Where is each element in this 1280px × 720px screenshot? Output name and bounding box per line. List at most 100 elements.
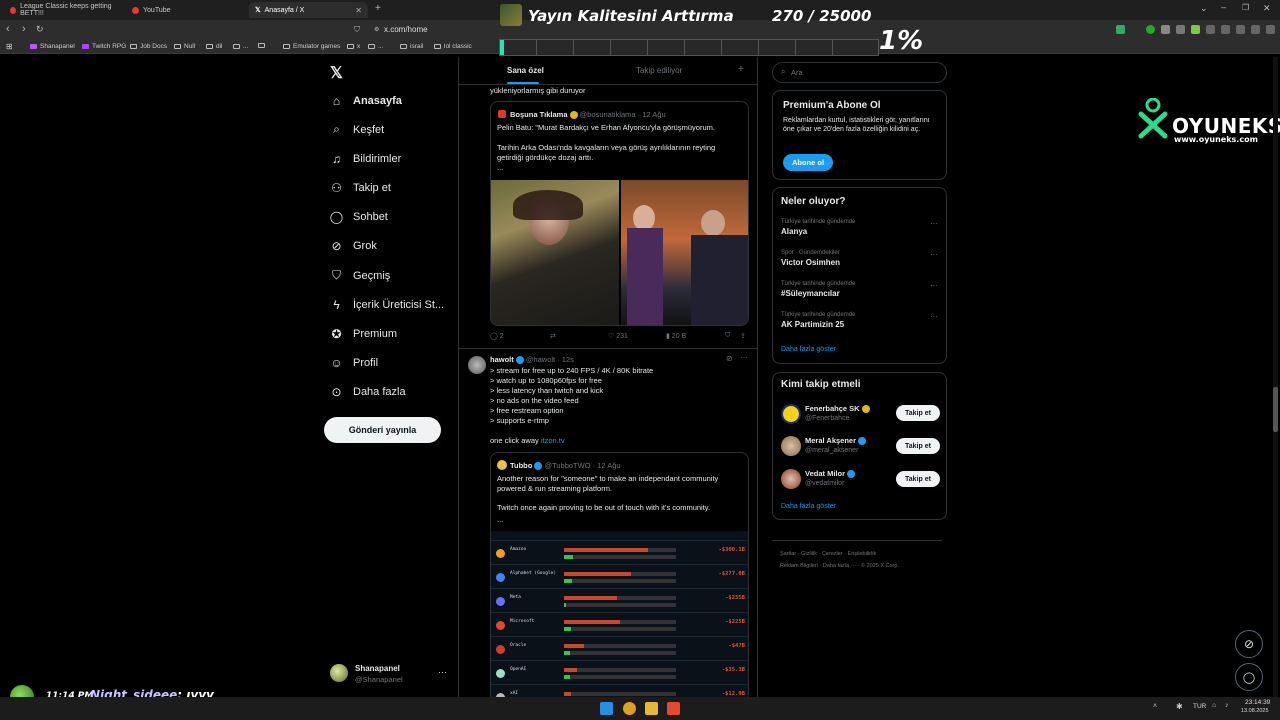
bluetooth-icon[interactable]: ✱ (1176, 702, 1183, 711)
post-link[interactable]: itzon.tv (541, 436, 565, 445)
like-button[interactable]: ♡ 231 (608, 332, 628, 340)
extension-icon[interactable] (1116, 25, 1125, 34)
bookmark-item[interactable]: ... (368, 43, 383, 50)
more-icon[interactable]: ··· (930, 250, 938, 259)
follow-suggestion[interactable]: Meral Akşener @meral_aksener Takip et (773, 434, 948, 460)
bookmark-item[interactable]: Job Docs (130, 43, 167, 50)
more-icon[interactable]: ··· (740, 353, 748, 362)
tab-youtube[interactable]: YouTube (126, 2, 244, 18)
account-switcher[interactable]: Shanapanel @Shanapanel ··· (328, 663, 452, 687)
x-logo-icon[interactable]: 𝕏 (330, 63, 343, 83)
search-box[interactable]: ⌕ Ara (772, 62, 947, 83)
bookmark-item[interactable]: israil (400, 43, 423, 50)
follow-button[interactable]: Takip et (896, 405, 940, 421)
bookmark-item[interactable]: Twitch RPG (82, 43, 126, 50)
follow-button[interactable]: Takip et (896, 438, 940, 454)
bookmark-item[interactable]: Emulator games (283, 43, 340, 50)
follow-button[interactable]: Takip et (896, 471, 940, 487)
extension-icon[interactable] (1161, 25, 1170, 34)
nav-more[interactable]: ⊙ Daha fazla (330, 385, 405, 399)
search-icon[interactable] (623, 702, 636, 715)
messages-float-button[interactable]: ◯ (1235, 663, 1263, 691)
scrollbar-track[interactable] (1273, 57, 1278, 697)
post-author-name[interactable]: hawolt (490, 355, 514, 364)
chevron-down-icon[interactable]: ⌄ (1200, 3, 1208, 14)
close-window-button[interactable]: ✕ (1263, 3, 1271, 14)
start-icon[interactable] (600, 702, 613, 715)
extension-icon[interactable] (1236, 25, 1245, 34)
nav-notifications[interactable]: ♫ Bildirimler (330, 152, 401, 166)
nav-bookmarks[interactable]: ⛉ Geçmiş (330, 268, 390, 282)
follow-suggestion[interactable]: Vedat Milor @vedatmilor Takip et (773, 467, 948, 493)
nav-premium[interactable]: ✪ Premium (330, 327, 397, 341)
site-info-icon[interactable]: ⚙ (374, 26, 379, 33)
nav-explore[interactable]: ⌕ Keşfet (330, 122, 384, 136)
quoted-post[interactable]: Tubbo @TubboTWO · 12 Ağu Another reason … (490, 452, 749, 702)
extension-icon[interactable] (1206, 25, 1215, 34)
bookmark-item[interactable]: x (347, 43, 360, 50)
show-more-link[interactable]: Daha fazla göster (781, 503, 836, 510)
maximize-button[interactable]: ❐ (1242, 3, 1249, 12)
bookmark-page-icon[interactable]: ⛉ (354, 25, 360, 35)
grok-float-button[interactable]: ⊘ (1235, 630, 1263, 658)
minimize-button[interactable]: – (1221, 2, 1226, 12)
trend-item[interactable]: Türkiye tarihinde gündemde Alanya (781, 219, 941, 236)
bookmark-item[interactable]: Null (174, 43, 195, 50)
more-icon[interactable]: ··· (930, 219, 938, 228)
footer-links[interactable]: Şartlar · Gizlilik · Çerezler · Erişileb… (780, 551, 876, 557)
language-indicator[interactable]: TUR (1193, 703, 1206, 710)
extension-icon[interactable] (1146, 25, 1155, 34)
bookmark-item[interactable]: lol classic (434, 43, 472, 50)
browser-icon[interactable] (667, 702, 680, 715)
more-icon[interactable]: ··· (438, 667, 447, 677)
quoted-post[interactable]: Boşuna Tıklama @bosunatiklama · 12 Ağu P… (490, 101, 749, 326)
add-tab-icon[interactable]: + (738, 64, 744, 75)
share-icon[interactable]: ⇪ (740, 332, 746, 340)
tab-x-home[interactable]: 𝕏 Anasayfa / X ✕ (249, 2, 368, 18)
tab-following[interactable]: Takip ediliyor (636, 66, 682, 75)
new-tab-button[interactable]: + (375, 3, 381, 14)
repost-button[interactable]: ⇄ (550, 332, 556, 340)
follow-suggestion[interactable]: Fenerbahçe SK @Fenerbahce Takip et (773, 402, 948, 428)
forward-icon[interactable]: › (22, 23, 26, 35)
post-image-woman[interactable] (491, 180, 619, 325)
menu-icon[interactable] (1266, 25, 1275, 34)
url-input[interactable]: x.com/home (370, 22, 500, 37)
folder-icon[interactable] (645, 702, 658, 715)
subscribe-button[interactable]: Abone ol (783, 154, 833, 171)
nav-follow[interactable]: ⚇ Takip et (330, 181, 391, 195)
more-icon[interactable]: ··· (930, 312, 938, 321)
apps-grid-icon[interactable]: ⊞ (6, 42, 13, 51)
scrollbar-thumb[interactable] (1273, 387, 1278, 432)
bookmark-item[interactable]: ... (233, 43, 248, 50)
bookmark-icon[interactable]: ⛉ (725, 332, 730, 340)
nav-chat[interactable]: ◯ Sohbet (330, 210, 388, 224)
nav-creator-studio[interactable]: ϟ İçerik Üreticisi St... (330, 298, 444, 312)
nav-profile[interactable]: ☺ Profil (330, 356, 378, 370)
extension-icon[interactable] (1191, 25, 1200, 34)
post-image-tv-show[interactable] (621, 180, 748, 325)
bookmark-item[interactable] (258, 43, 268, 48)
avatar[interactable] (468, 356, 486, 374)
close-tab-icon[interactable]: ✕ (355, 6, 362, 15)
chevron-up-icon[interactable]: ˄ (1153, 703, 1157, 710)
nav-grok[interactable]: ⊘ Grok (330, 239, 376, 253)
taskbar-time[interactable]: 23:14:39 (1245, 699, 1270, 706)
reply-button[interactable]: ◯ 2 (490, 332, 504, 340)
volume-icon[interactable]: ♪ (1225, 702, 1229, 709)
bookmark-item[interactable]: dil (206, 43, 223, 50)
reload-icon[interactable]: ↻ (36, 24, 44, 35)
footer-links[interactable]: Reklam Bilgileri · Daha fazla ··· · © 20… (780, 563, 899, 569)
tab-for-you[interactable]: Sana özel (507, 66, 544, 75)
grok-icon[interactable]: ⊘ (726, 354, 733, 363)
extension-icon[interactable] (1221, 25, 1230, 34)
trend-item[interactable]: Türkiye tarihinde gündemde #Süleymancılar (781, 281, 941, 298)
bookmark-item[interactable]: Shanapanel (30, 43, 75, 50)
search-input[interactable]: Ara (791, 68, 803, 77)
tab-league[interactable]: League Classic keeps getting BETT!!! (4, 2, 122, 18)
network-icon[interactable]: ⌂ (1212, 702, 1216, 709)
nav-home[interactable]: ⌂ Anasayfa (330, 94, 402, 108)
views-button[interactable]: ▮ 20 B (666, 332, 686, 340)
post-button[interactable]: Gönderi yayınla (324, 417, 441, 443)
extension-icon[interactable] (1251, 25, 1260, 34)
